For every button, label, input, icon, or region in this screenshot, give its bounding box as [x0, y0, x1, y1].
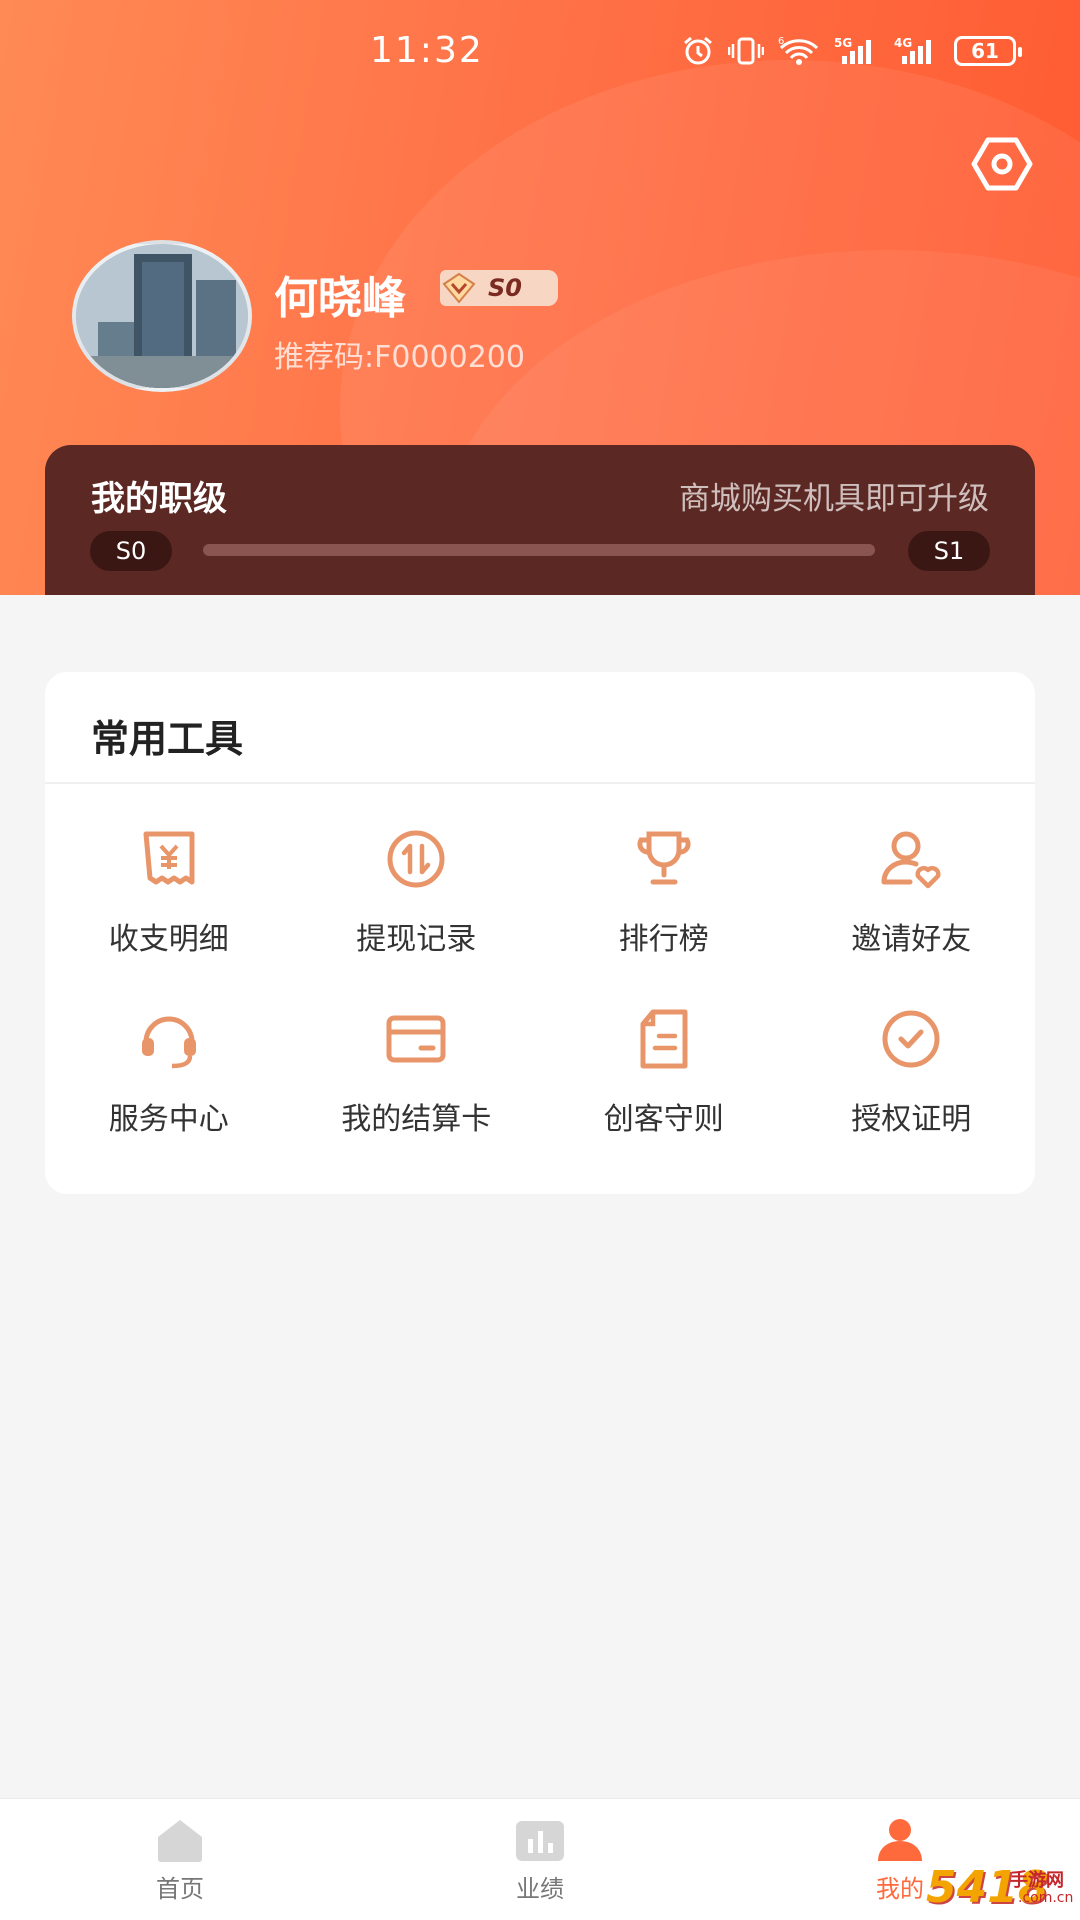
referral-code: 推荐码:F0000200	[274, 340, 525, 375]
rank-title: 我的职级	[91, 479, 227, 519]
vibrate-icon	[728, 37, 764, 65]
document-icon	[640, 1009, 688, 1069]
tool-maker-rules[interactable]: 创客守则	[540, 1002, 788, 1144]
home-icon	[158, 1820, 202, 1862]
tools-card: 常用工具 收支明细 提现记录 排行榜 邀请好友 服务中心 我的结算卡 创客守则 …	[45, 672, 1035, 1194]
tab-label: 我的	[876, 1875, 924, 1903]
tool-invite-friends[interactable]: 邀请好友	[788, 822, 1036, 964]
current-level-pill: S0	[90, 531, 172, 571]
headset-icon	[141, 1016, 196, 1069]
signal-4g-icon: 4G	[894, 36, 931, 64]
person-icon	[878, 1819, 922, 1861]
chart-icon	[516, 1821, 564, 1861]
tool-label: 创客守则	[603, 1102, 724, 1137]
tools-title: 常用工具	[91, 717, 244, 761]
tool-label: 提现记录	[356, 922, 477, 957]
tool-service-center[interactable]: 服务中心	[45, 1002, 293, 1144]
tool-label: 服务中心	[108, 1102, 229, 1137]
tool-authorization-certificate[interactable]: 授权证明	[788, 1002, 1036, 1144]
avatar[interactable]	[72, 240, 252, 392]
settings-button[interactable]	[970, 136, 1034, 192]
card-icon	[386, 1015, 446, 1063]
tool-label: 我的结算卡	[341, 1102, 492, 1137]
exchange-circle-icon	[387, 830, 445, 888]
gear-icon	[971, 137, 1033, 191]
rank-card[interactable]: 我的职级 商城购买机具即可升级 S0 S1	[45, 445, 1035, 595]
watermark-text: 手游网	[1010, 1870, 1064, 1891]
check-circle-icon	[882, 1010, 940, 1068]
tab-home[interactable]: 首页	[0, 1799, 360, 1920]
user-name: 何晓峰	[274, 273, 406, 324]
level-badge-text: S0	[488, 274, 522, 302]
tool-income-details[interactable]: 收支明细	[45, 822, 293, 964]
alarm-icon	[684, 36, 712, 65]
divider	[45, 782, 1035, 784]
receipt-yen-icon	[143, 831, 195, 885]
tool-withdraw-records[interactable]: 提现记录	[293, 822, 541, 964]
wifi-icon: 6	[778, 36, 819, 65]
tab-label: 首页	[156, 1875, 204, 1903]
net2-label: 4G	[894, 36, 912, 50]
status-bar: 11:32 6 5G 4G 61	[0, 0, 1080, 110]
wifi-badge: 6	[778, 36, 784, 47]
signal-5g-icon: 5G	[834, 36, 871, 64]
avatar-photo	[76, 244, 248, 388]
watermark-logo: 5418 手游网 .com.cn	[926, 1862, 1076, 1918]
tool-label: 收支明细	[108, 922, 229, 957]
level-badge: S0	[440, 270, 558, 306]
user-heart-icon	[881, 831, 941, 889]
vip-heart-icon	[442, 272, 476, 304]
rank-hint: 商城购买机具即可升级	[679, 481, 989, 517]
tools-grid: 收支明细 提现记录 排行榜 邀请好友 服务中心 我的结算卡 创客守则 授权证明	[45, 822, 1035, 1144]
trophy-icon	[637, 831, 691, 885]
profile-header: 11:32 6 5G 4G 61 何晓峰 S0 推荐码:F0000200 我的职…	[0, 0, 1080, 595]
net1-label: 5G	[834, 36, 852, 50]
tool-leaderboard[interactable]: 排行榜	[540, 822, 788, 964]
battery-indicator: 61	[954, 36, 1022, 66]
tab-label: 业绩	[516, 1875, 564, 1903]
watermark-sub: .com.cn	[1018, 1890, 1074, 1906]
tool-label: 排行榜	[618, 922, 709, 957]
tool-label: 授权证明	[851, 1102, 972, 1137]
tool-label: 邀请好友	[851, 922, 972, 957]
status-icons: 6 5G 4G 61	[682, 36, 1022, 66]
rank-progress-bar	[203, 544, 875, 556]
status-time: 11:32	[370, 30, 484, 71]
tool-settlement-card[interactable]: 我的结算卡	[293, 1002, 541, 1144]
tab-performance[interactable]: 业绩	[360, 1799, 720, 1920]
tab-bar: 首页 业绩 我的	[0, 1798, 1080, 1920]
next-level-pill: S1	[908, 531, 990, 571]
